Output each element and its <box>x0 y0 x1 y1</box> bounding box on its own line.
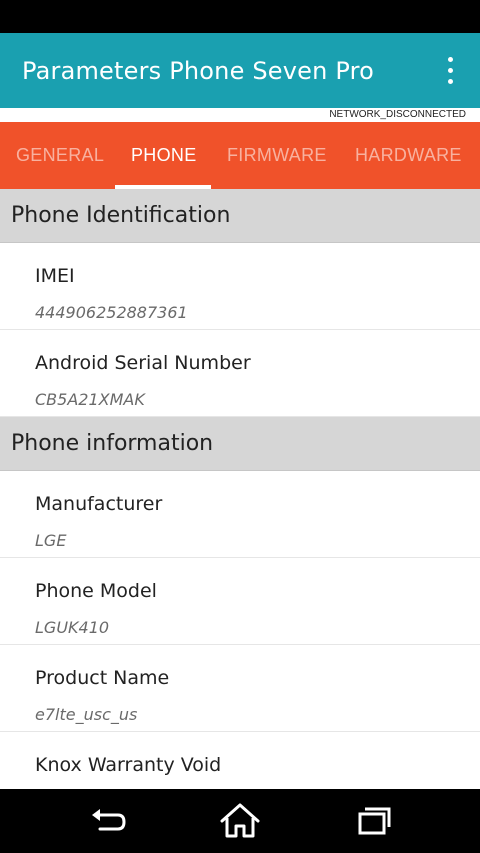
item-value: LGE <box>35 531 67 550</box>
item-label: IMEI <box>35 265 75 287</box>
item-value: LGUK410 <box>35 618 110 637</box>
item-label: Knox Warranty Void <box>35 754 222 776</box>
home-icon[interactable] <box>216 801 264 841</box>
back-icon[interactable] <box>84 801 132 841</box>
section-header-phone-information: Phone information <box>0 417 480 471</box>
recents-icon[interactable] <box>350 801 398 841</box>
item-value: CB5A21XMAK <box>35 390 145 409</box>
content-list[interactable]: Phone Identification IMEI 44490625288736… <box>0 189 480 789</box>
item-value: 444906252887361 <box>35 303 188 322</box>
more-vert-icon[interactable] <box>436 53 466 89</box>
tab-general[interactable]: GENERAL <box>16 122 104 189</box>
list-item-phone-model[interactable]: Phone Model LGUK410 <box>0 558 480 645</box>
app-bar: Parameters Phone Seven Pro <box>0 33 480 108</box>
item-label: Manufacturer <box>35 493 163 515</box>
list-item-product-name[interactable]: Product Name e7lte_usc_us <box>0 645 480 732</box>
item-label: Phone Model <box>35 580 157 602</box>
tab-bar: GENERAL PHONE FIRMWARE HARDWARE <box>0 122 480 189</box>
item-label: Product Name <box>35 667 170 689</box>
list-item-manufacturer[interactable]: Manufacturer LGE <box>0 471 480 558</box>
status-bar <box>0 0 480 33</box>
list-item-android-serial[interactable]: Android Serial Number CB5A21XMAK <box>0 330 480 417</box>
item-label: Android Serial Number <box>35 352 251 374</box>
network-status-text: NETWORK_DISCONNECTED <box>329 109 466 120</box>
navigation-bar <box>0 789 480 853</box>
item-value: e7lte_usc_us <box>35 705 138 724</box>
tab-hardware[interactable]: HARDWARE <box>355 122 462 189</box>
network-status-bar: NETWORK_DISCONNECTED <box>0 108 480 122</box>
tab-phone[interactable]: PHONE <box>131 122 197 189</box>
app-title: Parameters Phone Seven Pro <box>22 57 375 85</box>
list-item-imei[interactable]: IMEI 444906252887361 <box>0 243 480 330</box>
section-header-phone-identification: Phone Identification <box>0 189 480 243</box>
list-item-knox-warranty[interactable]: Knox Warranty Void <box>0 732 480 789</box>
tab-firmware[interactable]: FIRMWARE <box>227 122 327 189</box>
